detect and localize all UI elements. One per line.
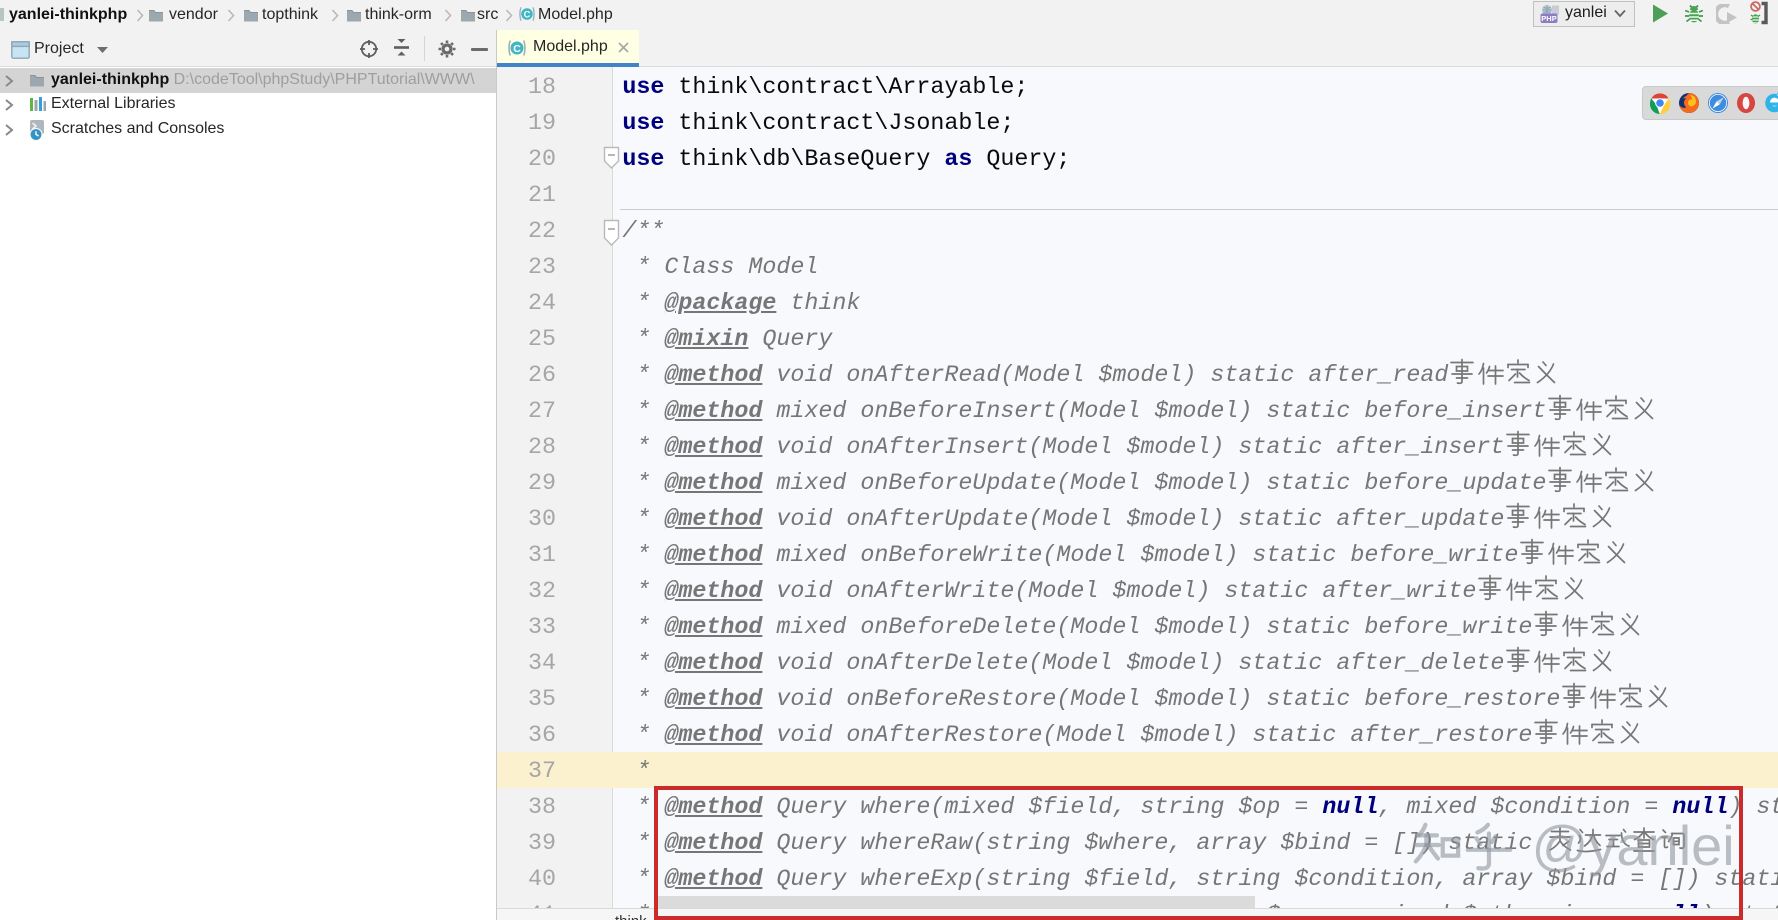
- svg-text:C: C: [524, 10, 531, 20]
- svg-text:PHP: PHP: [1541, 14, 1556, 23]
- svg-text:C: C: [513, 43, 521, 55]
